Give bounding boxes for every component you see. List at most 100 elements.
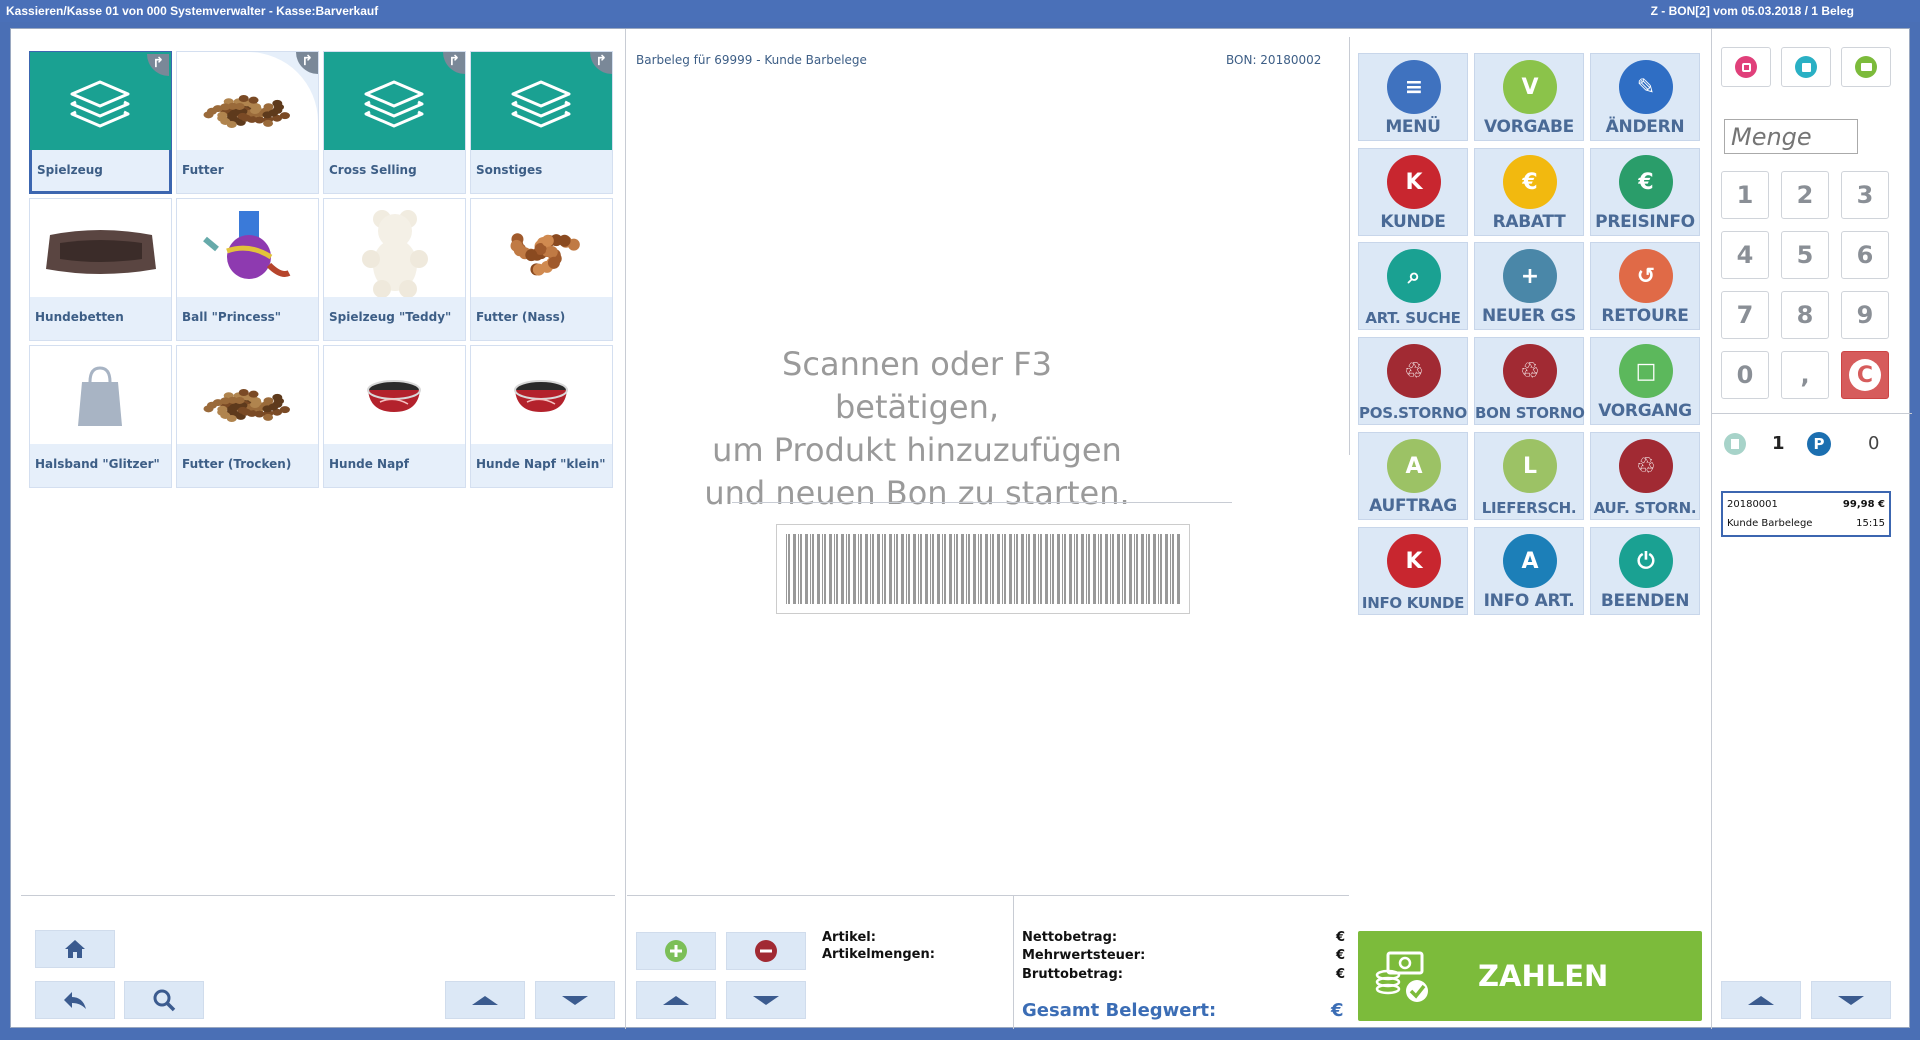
- function-button-art-suche[interactable]: ⌕ ART. SUCHE: [1358, 242, 1468, 330]
- parked-icon: P: [1807, 432, 1831, 456]
- pay-button[interactable]: ZAHLEN: [1358, 931, 1702, 1021]
- function-button-info-kunde[interactable]: K INFO KUNDE: [1358, 527, 1468, 615]
- scroll-up-button[interactable]: [445, 981, 525, 1019]
- function-button-label: PREISINFO: [1595, 212, 1695, 232]
- function-button-label: MENÜ: [1385, 117, 1441, 137]
- product-tile[interactable]: ↱ Spielzeug: [29, 51, 172, 194]
- open-category-icon: ↱: [296, 52, 318, 74]
- function-button-auftrag[interactable]: A AUFTRAG: [1358, 432, 1468, 520]
- digit-key-1[interactable]: 1: [1721, 171, 1769, 219]
- function-button-kunde[interactable]: K KUNDE: [1358, 148, 1468, 236]
- function-button-rabatt[interactable]: € RABATT: [1474, 148, 1584, 236]
- product-tile[interactable]: Spielzeug "Teddy": [323, 198, 466, 341]
- document-icon: □: [1619, 344, 1673, 398]
- product-tile[interactable]: Hunde Napf "klein": [470, 345, 613, 488]
- divider: [21, 895, 615, 896]
- scroll-down-button[interactable]: [535, 981, 615, 1019]
- receipt-down-button[interactable]: [726, 981, 806, 1019]
- digit-key-7[interactable]: 7: [1721, 291, 1769, 339]
- product-tile-label: Ball "Princess": [182, 310, 282, 324]
- pay-label: ZAHLEN: [1478, 959, 1609, 993]
- dog-bed-image: [30, 199, 171, 297]
- hint-line-1: Scannen oder F3 betätigen,: [782, 345, 1052, 426]
- receipt-up-button[interactable]: [636, 981, 716, 1019]
- digit-key-3[interactable]: 3: [1841, 171, 1889, 219]
- function-button-neuer-gs[interactable]: + NEUER GS: [1474, 242, 1584, 330]
- function-button-vorgabe[interactable]: V VORGABE: [1474, 53, 1584, 141]
- kibble-image: [177, 52, 318, 150]
- trash-order-icon: ♲: [1619, 439, 1673, 493]
- product-tile-label: Futter: [182, 163, 224, 177]
- voucher-icon: +: [1503, 249, 1557, 303]
- home-button[interactable]: [35, 930, 115, 968]
- search-button[interactable]: [124, 981, 204, 1019]
- parked-up-button[interactable]: [1721, 981, 1801, 1019]
- product-tile[interactable]: ↱ Sonstiges: [470, 51, 613, 194]
- product-tile-label: Hundebetten: [35, 310, 124, 324]
- parked-down-button[interactable]: [1811, 981, 1891, 1019]
- function-button-vorgang[interactable]: □ VORGANG: [1590, 337, 1700, 425]
- product-tile[interactable]: Ball "Princess": [176, 198, 319, 341]
- function-button-menü[interactable]: ≡ MENÜ: [1358, 53, 1468, 141]
- receipt-count: 1: [1772, 433, 1785, 454]
- parked-receipt-card[interactable]: 20180001 99,98 € Kunde Barbelege 15:15: [1721, 491, 1891, 537]
- customer-card-icon: [1735, 56, 1757, 78]
- function-button-retoure[interactable]: ↺ RETOURE: [1590, 242, 1700, 330]
- back-button[interactable]: [35, 981, 115, 1019]
- shortcut-button-2[interactable]: [1781, 47, 1831, 87]
- pos-window: ↱ Spielzeug ↱ Futter ↱ Cross Selling ↱ Sonstige…: [10, 28, 1912, 1029]
- menu-icon: ≡: [1387, 60, 1441, 114]
- function-button-liefersch[interactable]: L LIEFERSCH.: [1474, 432, 1584, 520]
- product-tile[interactable]: ↱ Cross Selling: [323, 51, 466, 194]
- function-button-label: VORGANG: [1598, 401, 1692, 421]
- arrow-up-icon: [1748, 995, 1774, 1005]
- digit-key-6[interactable]: 6: [1841, 231, 1889, 279]
- clear-key[interactable]: C: [1841, 351, 1889, 399]
- function-button-ändern[interactable]: ✎ ÄNDERN: [1590, 53, 1700, 141]
- receipt-count-icon: [1724, 433, 1746, 455]
- quantity-input[interactable]: [1724, 119, 1858, 154]
- function-button-bon-storno[interactable]: ♲ BON STORNO: [1474, 337, 1585, 425]
- product-tile[interactable]: Halsband "Glitzer": [29, 345, 172, 488]
- product-tile-label: Sonstiges: [476, 163, 543, 177]
- digit-key-8[interactable]: 8: [1781, 291, 1829, 339]
- layers-icon: [30, 52, 171, 150]
- total-currency: €: [1331, 1000, 1344, 1021]
- teddy-image: [324, 199, 465, 297]
- divider: [732, 502, 1232, 503]
- digit-key-5[interactable]: 5: [1781, 231, 1829, 279]
- article-search-icon: ⌕: [1387, 249, 1441, 303]
- product-tile[interactable]: ↱ Futter: [176, 51, 319, 194]
- arrow-down-icon: [562, 995, 588, 1005]
- trash-icon: ♲: [1387, 344, 1441, 398]
- product-tile-label: Spielzeug: [37, 163, 103, 177]
- price-info-icon: €: [1619, 155, 1673, 209]
- arrow-up-icon: [472, 995, 498, 1005]
- shortcut-button-3[interactable]: [1841, 47, 1891, 87]
- product-tile[interactable]: Hundebetten: [29, 198, 172, 341]
- function-button-label: RETOURE: [1601, 306, 1689, 326]
- comma-key[interactable]: ,: [1781, 351, 1829, 399]
- function-button-preisinfo[interactable]: € PREISINFO: [1590, 148, 1700, 236]
- function-button-info-art[interactable]: A INFO ART.: [1474, 527, 1584, 615]
- digit-key-4[interactable]: 4: [1721, 231, 1769, 279]
- function-button-beenden[interactable]: ⏻ BEENDEN: [1590, 527, 1700, 615]
- product-tile[interactable]: Futter (Trocken): [176, 345, 319, 488]
- return-icon: ↺: [1619, 249, 1673, 303]
- shortcut-button-1[interactable]: [1721, 47, 1771, 87]
- function-button-auf-storn[interactable]: ♲ AUF. STORN.: [1590, 432, 1700, 520]
- digit-key-9[interactable]: 9: [1841, 291, 1889, 339]
- product-tile[interactable]: Futter (Nass): [470, 198, 613, 341]
- function-button-pos-storno[interactable]: ♲ POS.STORNO: [1358, 337, 1468, 425]
- digit-key-2[interactable]: 2: [1781, 171, 1829, 219]
- search-icon: [153, 989, 176, 1012]
- title-bar: Kassieren/Kasse 01 von 000 Systemverwalt…: [0, 0, 1920, 22]
- receipt-pane: Barbeleg für 69999 - Kunde Barbelege BON…: [627, 29, 1349, 1029]
- digit-key-0[interactable]: 0: [1721, 351, 1769, 399]
- function-button-label: INFO ART.: [1483, 591, 1575, 611]
- power-icon: ⏻: [1619, 534, 1673, 588]
- increase-quantity-button[interactable]: [636, 932, 716, 970]
- product-tile[interactable]: Hunde Napf: [323, 345, 466, 488]
- decrease-quantity-button[interactable]: [726, 932, 806, 970]
- function-button-label: RABATT: [1492, 212, 1566, 232]
